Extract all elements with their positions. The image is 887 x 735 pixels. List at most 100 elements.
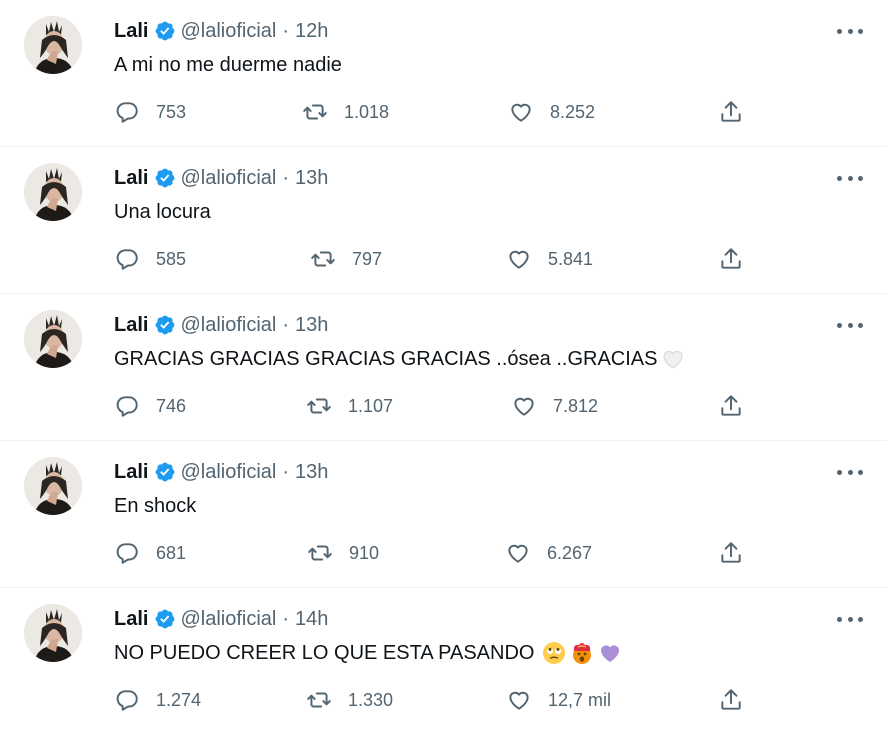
heart-icon [509,691,529,710]
share-icon [721,689,741,710]
timestamp[interactable]: 12h [295,20,328,43]
timestamp[interactable]: 14h [295,608,328,631]
more-icon[interactable] [837,608,863,630]
reply-count: 746 [156,395,187,416]
verified-badge-icon [154,20,176,42]
tweet-text: GRACIAS GRACIAS GRACIAS GRACIAS ..ósea .… [114,346,685,372]
reply-button[interactable]: 585 [114,244,186,274]
verified-badge-icon [154,461,176,483]
author-name[interactable]: Lali [114,608,148,631]
avatar[interactable] [24,457,82,515]
retweet-icon [311,251,335,267]
avatar[interactable] [24,604,82,662]
tweet-text: A mi no me duerme nadie [114,52,342,78]
author-handle[interactable]: @lalioficial [180,314,276,337]
like-count: 6.267 [547,542,593,563]
retweet-count: 1.107 [348,395,394,416]
like-button[interactable]: 7.812 [511,391,598,421]
like-button[interactable]: 12,7 mil [506,685,611,715]
reply-button[interactable]: 1.274 [114,685,201,715]
retweet-count: 1.018 [344,101,390,122]
heart-icon [514,397,534,416]
reply-icon [116,102,138,123]
share-icon [721,395,741,416]
retweet-button[interactable]: 910 [307,538,379,568]
heart-icon [509,250,529,269]
avatar[interactable] [24,163,82,221]
timestamp[interactable]: 13h [295,461,328,484]
more-icon[interactable] [837,314,863,336]
tweet[interactable]: Lali @lalioficial · 13h GRACIAS GRACIAS … [0,294,887,441]
retweet-button[interactable]: 1.330 [306,685,393,715]
tweet[interactable]: Lali @lalioficial · 12h A mi no me duerm… [0,0,887,147]
verified-badge-icon [154,167,176,189]
tweet-header: Lali @lalioficial · 12h [114,18,328,44]
tweet-text-content: GRACIAS GRACIAS GRACIAS GRACIAS ..ósea .… [114,348,658,370]
reply-icon [116,543,138,564]
reply-button[interactable]: 681 [114,538,186,568]
author-name[interactable]: Lali [114,314,148,337]
more-icon[interactable] [837,461,863,483]
heart-icon [508,544,528,563]
author-handle[interactable]: @lalioficial [180,461,276,484]
separator-dot: · [282,166,290,189]
tweet-header: Lali @lalioficial · 13h [114,459,328,485]
tweet-text: En shock [114,493,196,519]
share-button[interactable] [718,538,744,568]
retweet-icon [307,398,331,414]
retweet-button[interactable]: 1.018 [302,97,389,127]
author-name[interactable]: Lali [114,167,148,190]
separator-dot: · [282,19,290,42]
like-count: 8.252 [550,101,596,122]
more-icon[interactable] [837,20,863,42]
avatar[interactable] [24,16,82,74]
timestamp[interactable]: 13h [295,167,328,190]
author-handle[interactable]: @lalioficial [180,608,276,631]
share-button[interactable] [718,244,744,274]
retweet-button[interactable]: 797 [310,244,382,274]
avatar[interactable] [24,310,82,368]
reply-icon [116,249,138,270]
retweet-button[interactable]: 1.107 [306,391,393,421]
timestamp[interactable]: 13h [295,314,328,337]
more-icon[interactable] [837,167,863,189]
tweet-text: Una locura [114,199,211,225]
tweet-header: Lali @lalioficial · 13h [114,165,328,191]
tweet[interactable]: Lali @lalioficial · 14h NO PUEDO CREER L… [0,588,887,735]
reply-count: 681 [156,542,187,563]
retweet-count: 910 [349,542,380,563]
tweet-actions: 746 1.107 7.812 [0,391,887,421]
author-handle[interactable]: @lalioficial [180,20,276,43]
like-button[interactable]: 8.252 [508,97,595,127]
tweet[interactable]: Lali @lalioficial · 13h Una locura 585 7… [0,147,887,294]
white-heart [663,351,683,369]
author-handle[interactable]: @lalioficial [180,167,276,190]
tweet-text: NO PUEDO CREER LO QUE ESTA PASANDO [114,640,622,666]
tweet-text-content: En shock [114,495,197,517]
share-button[interactable] [718,97,744,127]
rolling-eyes-emoji [543,642,566,664]
like-button[interactable]: 5.841 [506,244,593,274]
share-icon [721,101,741,122]
tweet-actions: 1.274 1.330 12,7 mil [0,685,887,715]
exploding-head-emoji [573,643,592,664]
tweet[interactable]: Lali @lalioficial · 13h En shock 681 910… [0,441,887,588]
purple-heart [601,645,620,662]
share-icon [721,542,741,563]
share-button[interactable] [718,391,744,421]
separator-dot: · [282,313,290,336]
reply-button[interactable]: 753 [114,97,186,127]
share-icon [721,248,741,269]
share-button[interactable] [718,685,744,715]
like-button[interactable]: 6.267 [505,538,592,568]
tweet-actions: 753 1.018 8.252 [0,97,887,127]
reply-button[interactable]: 746 [114,391,186,421]
heart-icon [511,103,531,122]
retweet-count: 1.330 [348,689,394,710]
separator-dot: · [282,460,290,483]
like-count: 7.812 [553,395,599,416]
like-count: 12,7 mil [548,689,612,710]
reply-icon [116,690,138,711]
author-name[interactable]: Lali [114,20,148,43]
author-name[interactable]: Lali [114,461,148,484]
